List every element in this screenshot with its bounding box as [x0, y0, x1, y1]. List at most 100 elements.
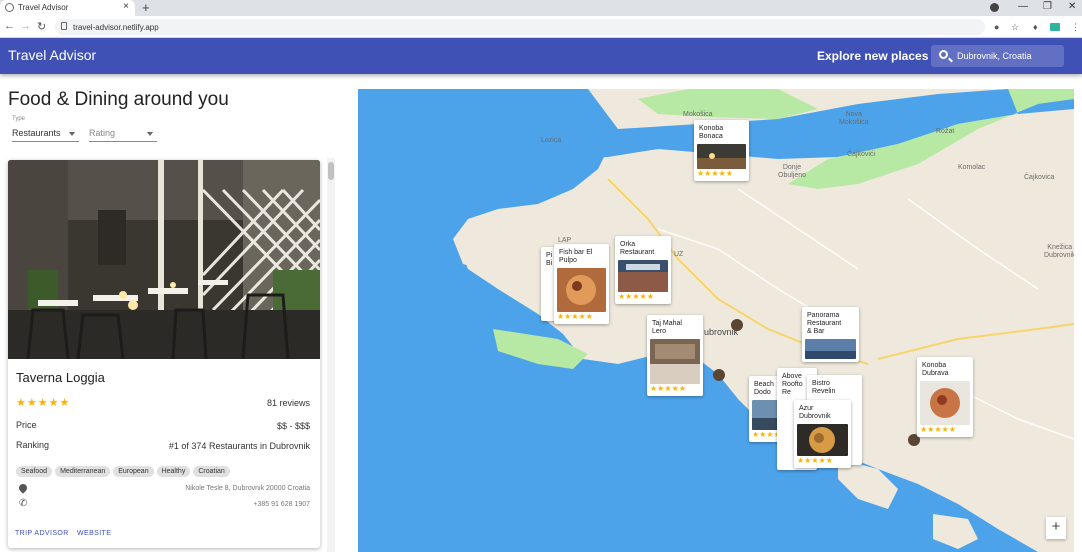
browser-tab[interactable]: Travel Advisor ×: [0, 0, 135, 16]
map-card-title: Orka Restaurant: [620, 241, 655, 256]
map-card-stars: ★★★★★: [797, 456, 833, 465]
ranking-label: Ranking: [16, 440, 50, 450]
url-field[interactable]: travel-advisor.netlify.app: [55, 19, 985, 35]
map-card-photo: [797, 424, 848, 456]
map-label: Rožat: [936, 128, 955, 135]
phone-icon: ✆: [19, 498, 28, 509]
search-box[interactable]: [931, 45, 1064, 67]
tab-favicon-icon: [5, 3, 14, 12]
cuisine-chip[interactable]: Mediterranean: [55, 466, 111, 477]
location-pin-icon: [17, 482, 29, 494]
map-card-stars: ★★★★★: [920, 425, 956, 434]
chevron-down-icon: [147, 132, 153, 136]
map-card-title: Konoba Bonaca: [699, 125, 724, 140]
map-card-stars: ★★★★★: [557, 312, 593, 321]
rating-select-placeholder: Rating: [89, 128, 116, 138]
back-icon[interactable]: ←: [4, 20, 15, 32]
cuisine-tags: Seafood Mediterranean European Healthy Croat…: [16, 460, 233, 478]
place-card: Taverna Loggia ★★★★★ 81 reviews Price $$…: [8, 160, 320, 548]
location-icon[interactable]: ●: [994, 22, 999, 32]
map-card-stars: ★★★★★: [618, 292, 654, 301]
map-card-stars: ★★★★★: [697, 169, 733, 178]
map-card-title: Azur Dubrovnik: [799, 405, 831, 420]
ranking-value: #1 of 374 Restaurants in Dubrovnik: [168, 441, 310, 451]
lock-icon: [61, 22, 67, 30]
page-title: Food & Dining around you: [8, 89, 229, 110]
map-label: Komolac: [958, 164, 986, 171]
map-place-card[interactable]: Taj Mahal Lero ★★★★★: [647, 315, 703, 396]
map-marker-cluster[interactable]: [713, 369, 725, 381]
search-icon: [939, 50, 948, 59]
reload-icon[interactable]: ↻: [37, 20, 46, 33]
map-place-card[interactable]: Azur Dubrovnik ★★★★★: [794, 400, 851, 468]
maximize-icon[interactable]: ❐: [1043, 1, 1052, 12]
map-card-title: Bistro Revelin: [812, 380, 836, 395]
explore-label: Explore new places: [817, 49, 929, 63]
cuisine-chip[interactable]: Seafood: [16, 466, 53, 477]
browser-tab-bar: Travel Advisor × + — ❐ ✕: [0, 0, 1082, 16]
place-phone: +385 91 628 1907: [253, 501, 310, 508]
map-card-photo: [618, 260, 668, 292]
website-button[interactable]: WEBSITE: [77, 530, 111, 537]
chevron-down-icon: [69, 132, 75, 136]
type-select[interactable]: Restaurants: [12, 128, 79, 142]
map-label: Nova Mokošica: [839, 111, 869, 126]
price-label: Price: [16, 420, 37, 430]
forward-icon[interactable]: →: [20, 20, 31, 32]
rating-select[interactable]: Rating: [89, 128, 157, 142]
map[interactable]: Mokošica Nova Mokošica Rožat Čajkovići K…: [358, 89, 1074, 552]
app-title: Travel Advisor: [8, 47, 97, 63]
map-card-photo: [805, 339, 856, 359]
list-scrollbar[interactable]: [327, 158, 335, 552]
bookmark-star-icon[interactable]: ☆: [1011, 22, 1019, 33]
place-photo: [8, 160, 320, 359]
map-card-title: Fish bar El Pulpo: [559, 249, 593, 264]
trip-advisor-button[interactable]: TRIP ADVISOR: [15, 530, 69, 537]
cuisine-chip[interactable]: Croatian: [193, 466, 230, 477]
cuisine-chip[interactable]: European: [113, 466, 154, 477]
cuisine-chip[interactable]: Healthy: [156, 466, 191, 477]
map-label: Čajkovići: [847, 151, 876, 158]
scrollbar-thumb[interactable]: [328, 162, 334, 180]
map-card-photo: [697, 144, 746, 169]
map-label: Mokošica: [683, 111, 713, 118]
map-card-photo: [920, 381, 970, 425]
close-tab-icon[interactable]: ×: [123, 1, 129, 12]
zoom-in-button[interactable]: +: [1046, 517, 1066, 539]
place-reviews: 81 reviews: [266, 398, 310, 408]
map-place-card[interactable]: Konoba Dubrava ★★★★★: [917, 357, 973, 437]
profile-icon[interactable]: [990, 3, 999, 12]
place-address: Nikole Tesle 8, Dubrovnik 20000 Croatia: [185, 485, 310, 492]
url-text: travel-advisor.netlify.app: [73, 23, 159, 32]
extension-badge-icon[interactable]: [1050, 23, 1060, 31]
price-value: $$ - $$$: [276, 421, 310, 431]
type-label: Type: [12, 116, 26, 122]
minimize-icon[interactable]: —: [1018, 1, 1028, 12]
map-card-photo: [557, 268, 606, 312]
map-place-card[interactable]: Orka Restaurant ★★★★★: [615, 236, 671, 304]
close-window-icon[interactable]: ✕: [1068, 1, 1076, 12]
map-card-stars: ★★★★★: [650, 384, 686, 393]
map-card-title: Konoba Dubrava: [922, 362, 949, 377]
map-card-title: Taj Mahal Lero: [652, 320, 682, 335]
place-rating-stars: ★★★★★: [16, 397, 71, 409]
map-card-title: Panorama Restaurant & Bar: [807, 312, 842, 335]
place-name: Taverna Loggia: [16, 370, 105, 385]
map-label: UZ: [674, 251, 684, 258]
search-input[interactable]: [957, 48, 1062, 64]
new-tab-icon[interactable]: +: [142, 0, 150, 15]
address-bar: ← → ↻ travel-advisor.netlify.app ● ☆ ♦ ⋮: [0, 16, 1082, 38]
map-label: Lozica: [541, 137, 562, 144]
map-label: Donje Obuljeno: [778, 164, 807, 179]
extensions-icon[interactable]: ♦: [1033, 22, 1038, 32]
map-card-photo: [650, 339, 700, 384]
app-header: Travel Advisor Explore new places: [0, 38, 1082, 74]
browser-menu-icon[interactable]: ⋮: [1071, 22, 1080, 33]
type-select-value: Restaurants: [12, 128, 61, 138]
map-place-card[interactable]: Fish bar El Pulpo ★★★★★: [554, 244, 609, 324]
map-label: Čajkovica: [1024, 174, 1055, 181]
tab-title: Travel Advisor: [18, 3, 69, 12]
map-place-card[interactable]: Panorama Restaurant & Bar: [802, 307, 859, 362]
map-marker-cluster[interactable]: [731, 319, 743, 331]
map-place-card[interactable]: Konoba Bonaca ★★★★★: [694, 120, 749, 181]
